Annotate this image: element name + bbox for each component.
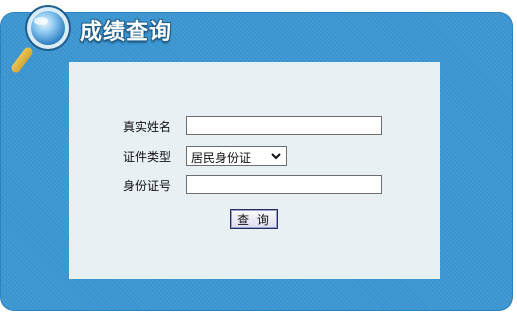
- query-form: 真实姓名 证件类型 居民身份证 身份证号 查 询: [69, 62, 440, 279]
- id-type-label: 证件类型: [123, 150, 172, 164]
- name-input[interactable]: [186, 116, 382, 135]
- name-label: 真实姓名: [123, 120, 172, 134]
- chevron-down-icon: [271, 153, 281, 160]
- query-button[interactable]: 查 询: [230, 209, 278, 229]
- id-type-selected-value: 居民身份证: [191, 151, 252, 165]
- id-number-input[interactable]: [186, 175, 382, 194]
- id-type-select[interactable]: 居民身份证: [186, 146, 287, 166]
- page: 成绩查询 真实姓名 证件类型 居民身份证 身份证号 查 询: [0, 0, 517, 313]
- id-number-label: 身份证号: [123, 179, 172, 193]
- page-title: 成绩查询: [80, 20, 173, 45]
